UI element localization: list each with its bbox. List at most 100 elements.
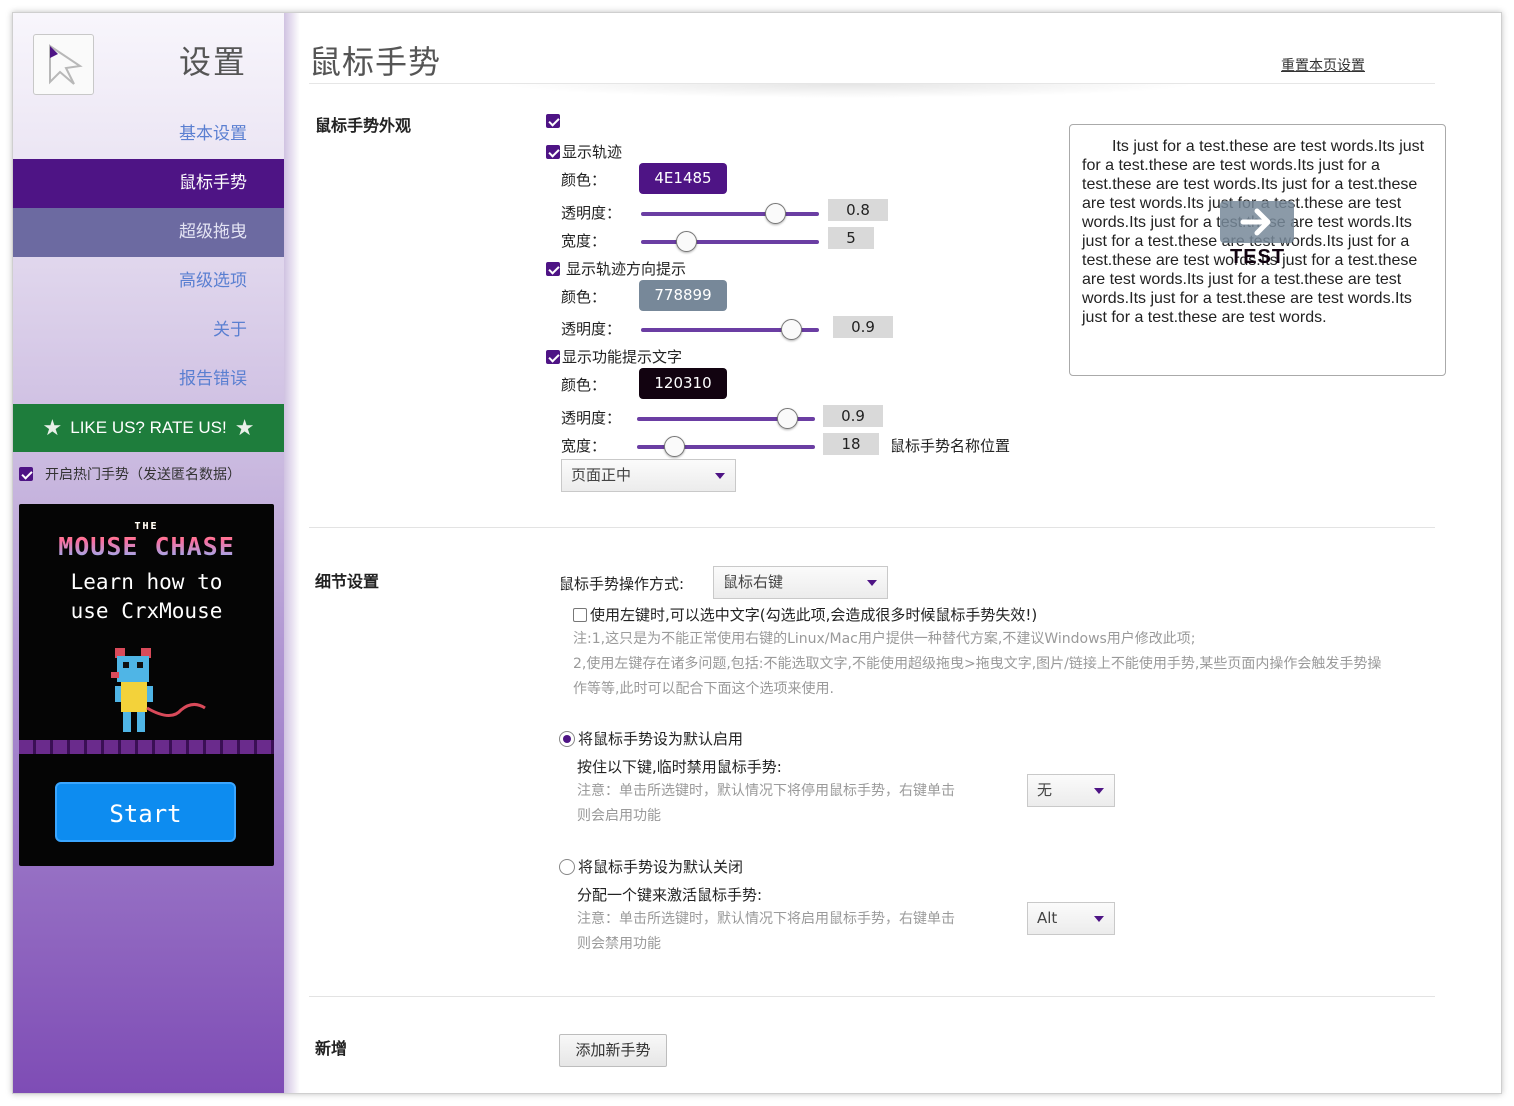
chevron-down-icon <box>1094 788 1104 794</box>
rate-us-button[interactable]: ★ LIKE US? RATE US! ★ <box>13 404 284 452</box>
text-width-slider[interactable] <box>637 436 815 458</box>
enable-gestures-checkbox[interactable] <box>546 114 560 128</box>
trail-opacity-slider[interactable] <box>641 203 819 225</box>
ad-start-button[interactable]: Start <box>55 782 236 842</box>
activate-key-value: Alt <box>1037 909 1058 927</box>
mouse-chase-ad[interactable]: THE MOUSE CHASE Learn how to use CrxMous… <box>19 504 274 866</box>
star-icon: ★ <box>42 415 63 440</box>
sidebar: 设置 基本设置 鼠标手势 超级拖曳 高级选项 关于 报告错误 ★ LIKE US… <box>13 13 300 1093</box>
text-opacity-value[interactable]: 0.9 <box>823 405 883 427</box>
default-on-radio[interactable] <box>559 730 575 747</box>
show-direction-checkbox[interactable] <box>546 261 560 276</box>
show-trail-checkbox[interactable] <box>546 144 560 159</box>
activate-key-select[interactable]: Alt <box>1027 902 1115 935</box>
trail-width-label: 宽度： <box>561 232 607 250</box>
direction-opacity-slider[interactable] <box>641 319 819 341</box>
chevron-down-icon <box>1094 916 1104 922</box>
left-key-note-2: 2,使用左键存在诸多问题,包括:不能选取文字,不能使用超级拖曳>拖曳文字,图片/… <box>573 656 1382 672</box>
slider-track <box>641 212 819 216</box>
divider-shadow <box>499 84 1199 98</box>
ad-title-small: THE <box>134 521 159 532</box>
app-logo <box>33 34 94 95</box>
text-opacity-slider[interactable] <box>637 408 815 430</box>
ad-title-text: MOUSE CHASE <box>58 532 235 561</box>
trail-color-label: 颜色： <box>561 171 607 189</box>
gesture-mode-select[interactable]: 鼠标右键 <box>713 566 888 599</box>
trail-opacity-value[interactable]: 0.8 <box>828 199 888 221</box>
direction-opacity-label: 透明度： <box>561 320 622 338</box>
left-key-checkbox[interactable] <box>573 607 587 622</box>
slider-track <box>641 240 819 244</box>
text-width-value[interactable]: 18 <box>823 433 879 455</box>
left-key-row: 使用左键时,可以选中文字(勾选此项,会造成很多时候鼠标手势失效!) <box>573 604 1037 625</box>
text-position-select[interactable]: 页面正中 <box>561 459 736 492</box>
show-direction-label: 显示轨迹方向提示 <box>566 260 687 278</box>
slider-thumb[interactable] <box>675 231 697 252</box>
enable-gestures-row <box>546 114 560 128</box>
hot-gestures-row: 开启热门手势（发送匿名数据） <box>19 464 241 484</box>
left-key-label: 使用左键时,可以选中文字(勾选此项,会造成很多时候鼠标手势失效!) <box>590 606 1038 624</box>
nav-super-drag[interactable]: 超级拖曳 <box>13 208 284 257</box>
disable-key-select[interactable]: 无 <box>1027 774 1115 807</box>
text-width-label: 宽度： <box>561 437 607 455</box>
divider <box>309 527 1435 528</box>
default-on-note-2: 则会启用功能 <box>577 808 661 824</box>
ad-floor <box>19 740 274 754</box>
ad-tagline: Learn how to use CrxMouse <box>19 568 274 626</box>
star-icon: ★ <box>234 415 255 440</box>
default-on-row: 将鼠标手势设为默认启用 <box>559 728 743 749</box>
gesture-mode-value: 鼠标右键 <box>723 573 784 591</box>
show-trail-label: 显示轨迹 <box>562 143 623 161</box>
divider <box>309 996 1435 997</box>
default-off-row: 将鼠标手势设为默认关闭 <box>559 856 743 877</box>
reset-page-link[interactable]: 重置本页设置 <box>1281 55 1365 75</box>
nav-advanced[interactable]: 高级选项 <box>13 257 284 306</box>
gesture-preview-box: Its just for a test.these are test words… <box>1069 124 1446 376</box>
slider-thumb[interactable] <box>764 203 786 224</box>
default-on-label: 将鼠标手势设为默认启用 <box>578 730 744 748</box>
trail-color-swatch[interactable]: 4E1485 <box>639 163 727 194</box>
default-off-note-2: 则会禁用功能 <box>577 936 661 952</box>
show-text-label: 显示功能提示文字 <box>562 348 683 366</box>
default-on-sub: 按住以下键,临时禁用鼠标手势: <box>577 758 782 776</box>
direction-color-label: 颜色： <box>561 288 607 306</box>
default-off-radio[interactable] <box>559 858 575 875</box>
text-opacity-label: 透明度： <box>561 409 622 427</box>
section-appearance-title: 鼠标手势外观 <box>315 116 412 135</box>
slider-thumb[interactable] <box>776 408 798 429</box>
settings-window: 设置 基本设置 鼠标手势 超级拖曳 高级选项 关于 报告错误 ★ LIKE US… <box>12 12 1502 1094</box>
trail-width-value[interactable]: 5 <box>828 227 874 249</box>
hot-gestures-checkbox[interactable] <box>19 467 33 481</box>
mouse-character-icon <box>111 648 206 732</box>
nav-report-bug[interactable]: 报告错误 <box>13 355 284 404</box>
nav-mouse-gestures[interactable]: 鼠标手势 <box>13 159 284 208</box>
ad-title: THE MOUSE CHASE <box>19 522 274 561</box>
nav-about[interactable]: 关于 <box>13 306 284 355</box>
left-key-note-1: 注:1,这只是为不能正常使用右键的Linux/Mac用户提供一种替代方案,不建议… <box>573 631 1196 647</box>
trail-opacity-label: 透明度： <box>561 204 622 222</box>
chevron-down-icon <box>867 580 877 586</box>
hot-gestures-label: 开启热门手势（发送匿名数据） <box>45 467 241 483</box>
text-color-swatch[interactable]: 120310 <box>639 368 727 399</box>
disable-key-value: 无 <box>1037 781 1053 799</box>
direction-opacity-value[interactable]: 0.9 <box>833 316 893 338</box>
ad-tagline-line2: use CrxMouse <box>70 599 223 623</box>
show-text-row: 显示功能提示文字 <box>546 346 682 367</box>
add-gesture-button[interactable]: 添加新手势 <box>559 1034 667 1067</box>
slider-thumb[interactable] <box>664 436 686 457</box>
nav-basic-settings[interactable]: 基本设置 <box>13 110 284 159</box>
show-text-checkbox[interactable] <box>546 349 560 364</box>
direction-color-swatch[interactable]: 778899 <box>639 280 727 311</box>
arrow-right-icon <box>1220 201 1294 243</box>
text-position-label: 鼠标手势名称位置 <box>890 437 1011 455</box>
page-title: 鼠标手势 <box>309 43 442 81</box>
default-on-note-1: 注意：单击所选键时，默认情况下将停用鼠标手势，右键单击 <box>577 783 955 799</box>
slider-thumb[interactable] <box>780 319 802 340</box>
sidebar-title: 设置 <box>179 43 248 81</box>
left-key-note-3: 作等等,此时可以配合下面这个选项来使用. <box>573 681 834 697</box>
show-trail-row: 显示轨迹 <box>546 141 622 162</box>
trail-width-slider[interactable] <box>641 231 819 253</box>
cursor-logo-icon <box>48 43 83 85</box>
section-add-title: 新增 <box>315 1039 348 1058</box>
default-off-sub: 分配一个键来激活鼠标手势: <box>577 886 763 904</box>
